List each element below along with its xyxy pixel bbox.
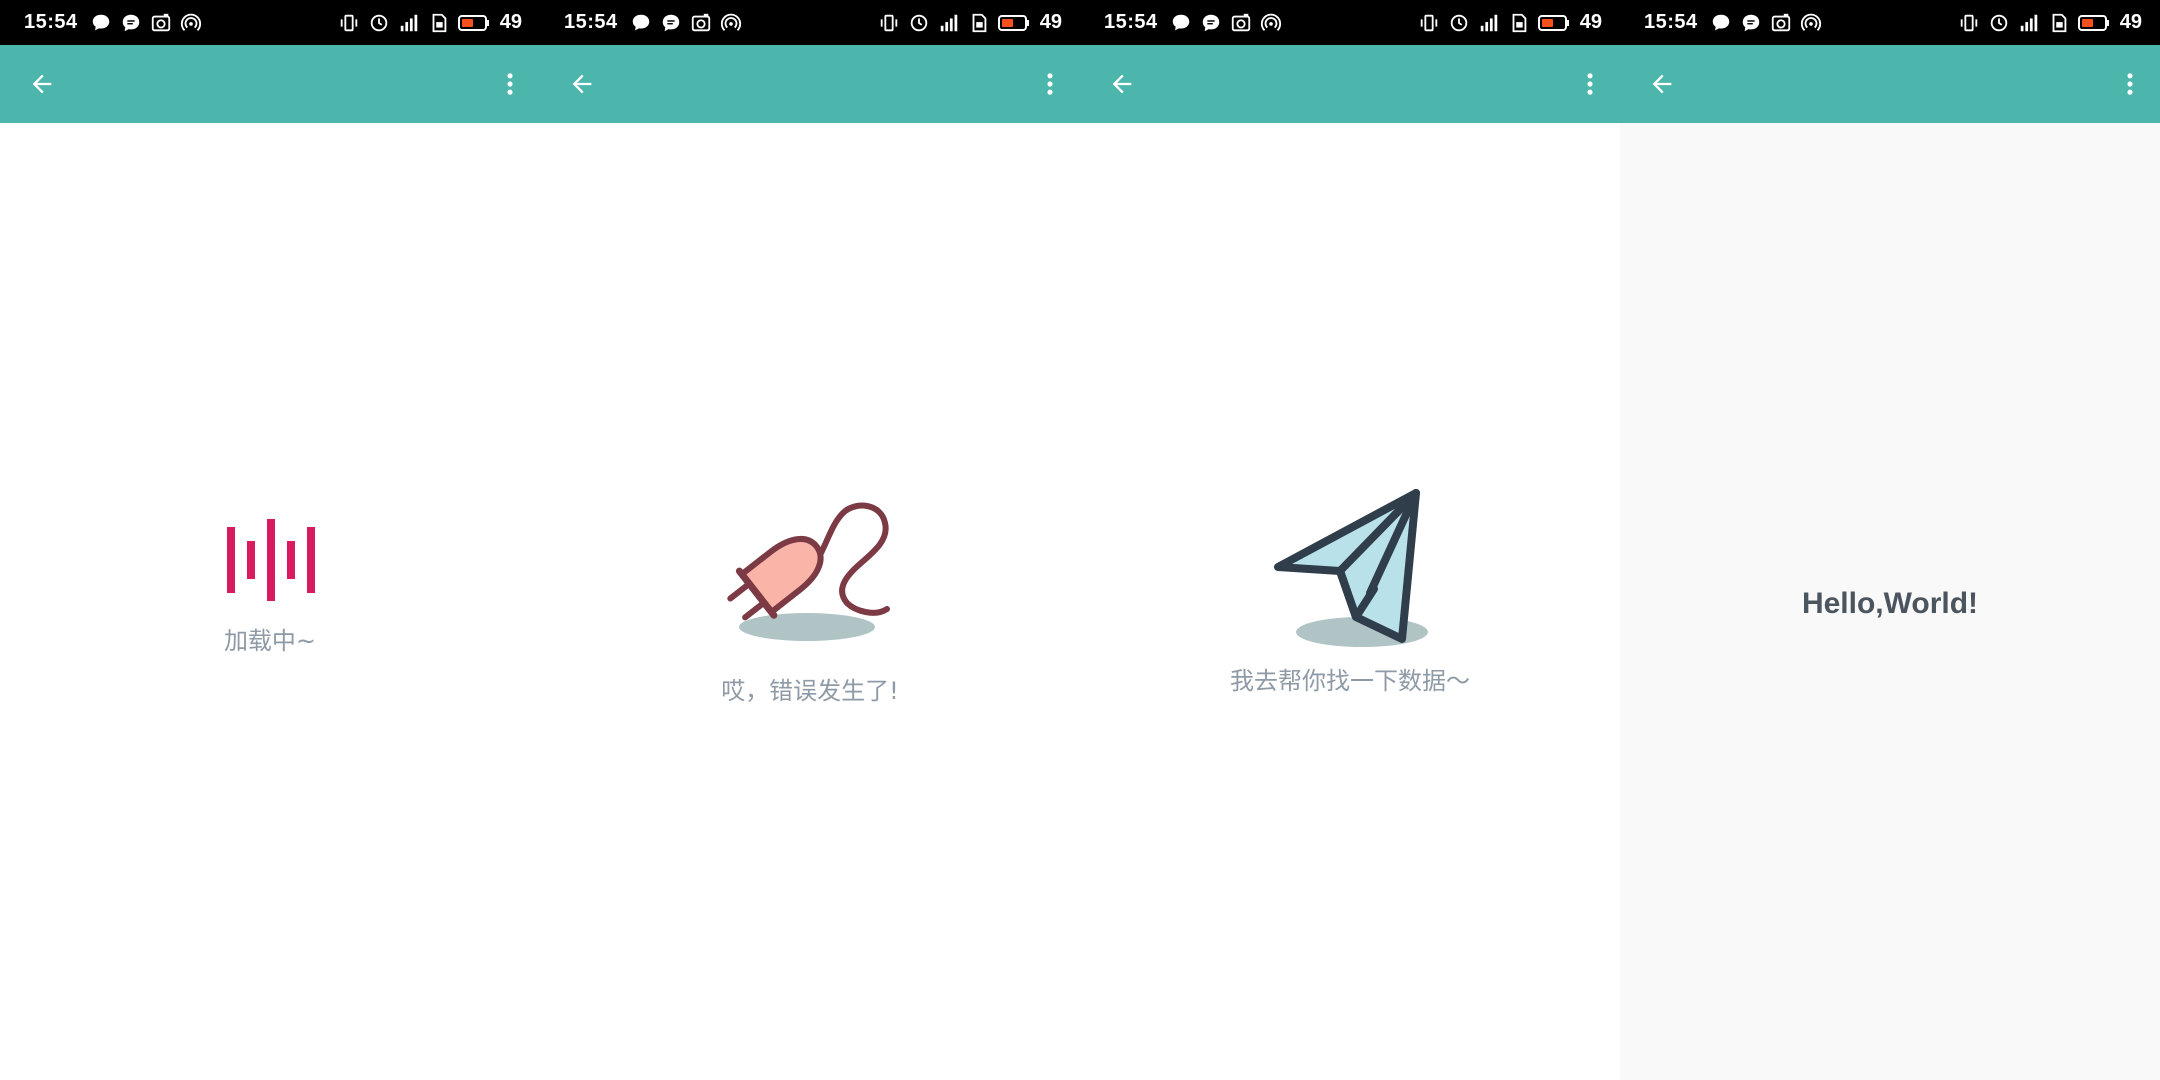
unplugged-plug-icon — [727, 502, 890, 641]
signal-icon — [1478, 12, 1500, 34]
content-area: 哎，错误发生了! — [540, 123, 1080, 1080]
message-bubble-icon — [630, 12, 652, 34]
vibrate-icon — [878, 12, 900, 34]
status-bar: 15:54 49 — [1080, 0, 1620, 45]
battery-icon — [457, 12, 490, 34]
status-time: 15:54 — [1104, 11, 1158, 33]
more-vert-icon[interactable] — [2114, 68, 2146, 100]
empty-group: 我去帮你找一下数据〜 — [1080, 489, 1620, 696]
screens-row: 15:54 49 加载中~ 15:54 49 哎，错误发生了! 15:54 49… — [0, 0, 2160, 1080]
loading-group: 加载中~ — [0, 517, 540, 656]
screen-loading: 15:54 49 加载中~ — [0, 0, 540, 1080]
arrow-back-icon[interactable] — [26, 68, 58, 100]
screen-error: 15:54 49 哎，错误发生了! — [540, 0, 1080, 1080]
status-right: 49 — [878, 11, 1062, 34]
battery-percent: 49 — [499, 11, 522, 33]
alarm-icon — [1988, 12, 2010, 34]
status-right: 49 — [1958, 11, 2142, 34]
battery-percent: 49 — [2119, 11, 2142, 33]
status-left: 15:54 — [1104, 11, 1282, 34]
camera-notify-icon — [1770, 12, 1792, 34]
error-group: 哎，错误发生了! — [540, 499, 1080, 706]
hello-text: Hello,World! — [1801, 587, 1979, 620]
content-area: Hello,World! — [1620, 123, 2160, 1080]
vibrate-icon — [338, 12, 360, 34]
error-caption: 哎，错误发生了! — [721, 677, 899, 705]
status-time: 15:54 — [564, 11, 618, 33]
status-right: 49 — [1418, 11, 1602, 34]
app-bar — [540, 45, 1080, 123]
content-area: 加载中~ — [0, 123, 540, 1080]
status-bar: 15:54 49 — [540, 0, 1080, 45]
more-vert-icon[interactable] — [1574, 68, 1606, 100]
signal-icon — [2018, 12, 2040, 34]
screen-empty: 15:54 49 我去帮你找一下数据〜 — [1080, 0, 1620, 1080]
signal-icon — [938, 12, 960, 34]
message-bubble-icon — [1170, 12, 1192, 34]
app-bar — [0, 45, 540, 123]
arrow-back-icon[interactable] — [1646, 68, 1678, 100]
loading-bars-icon — [227, 519, 315, 601]
battery-percent: 49 — [1039, 11, 1062, 33]
sim-hd-icon — [2048, 12, 2070, 34]
status-left: 15:54 — [564, 11, 742, 34]
chat-bubble-icon — [660, 12, 682, 34]
app-bar — [1080, 45, 1620, 123]
vibrate-icon — [1418, 12, 1440, 34]
chat-bubble-icon — [120, 12, 142, 34]
sim-hd-icon — [428, 12, 450, 34]
battery-percent: 49 — [1579, 11, 1602, 33]
content-area: 我去帮你找一下数据〜 — [1080, 123, 1620, 1080]
message-bubble-icon — [1710, 12, 1732, 34]
status-left: 15:54 — [24, 11, 202, 34]
camera-notify-icon — [150, 12, 172, 34]
hotspot-icon — [180, 12, 202, 34]
alarm-icon — [368, 12, 390, 34]
alarm-icon — [908, 12, 930, 34]
message-bubble-icon — [90, 12, 112, 34]
camera-notify-icon — [690, 12, 712, 34]
signal-icon — [398, 12, 420, 34]
status-time: 15:54 — [1644, 11, 1698, 33]
empty-caption: 我去帮你找一下数据〜 — [1230, 667, 1470, 695]
status-right: 49 — [338, 11, 522, 34]
sim-hd-icon — [968, 12, 990, 34]
screen-content: 15:54 49 Hello,World! — [1620, 0, 2160, 1080]
app-bar — [1620, 45, 2160, 123]
hotspot-icon — [1800, 12, 1822, 34]
loading-caption: 加载中~ — [223, 627, 317, 655]
chat-bubble-icon — [1200, 12, 1222, 34]
status-bar: 15:54 49 — [1620, 0, 2160, 45]
more-vert-icon[interactable] — [494, 68, 526, 100]
sim-hd-icon — [1508, 12, 1530, 34]
more-vert-icon[interactable] — [1034, 68, 1066, 100]
battery-icon — [1537, 12, 1570, 34]
paper-plane-icon — [1274, 489, 1428, 647]
arrow-back-icon[interactable] — [566, 68, 598, 100]
hotspot-icon — [720, 12, 742, 34]
status-left: 15:54 — [1644, 11, 1822, 34]
hotspot-icon — [1260, 12, 1282, 34]
battery-icon — [997, 12, 1030, 34]
battery-icon — [2077, 12, 2110, 34]
alarm-icon — [1448, 12, 1470, 34]
status-bar: 15:54 49 — [0, 0, 540, 45]
vibrate-icon — [1958, 12, 1980, 34]
chat-bubble-icon — [1740, 12, 1762, 34]
status-time: 15:54 — [24, 11, 78, 33]
arrow-back-icon[interactable] — [1106, 68, 1138, 100]
camera-notify-icon — [1230, 12, 1252, 34]
